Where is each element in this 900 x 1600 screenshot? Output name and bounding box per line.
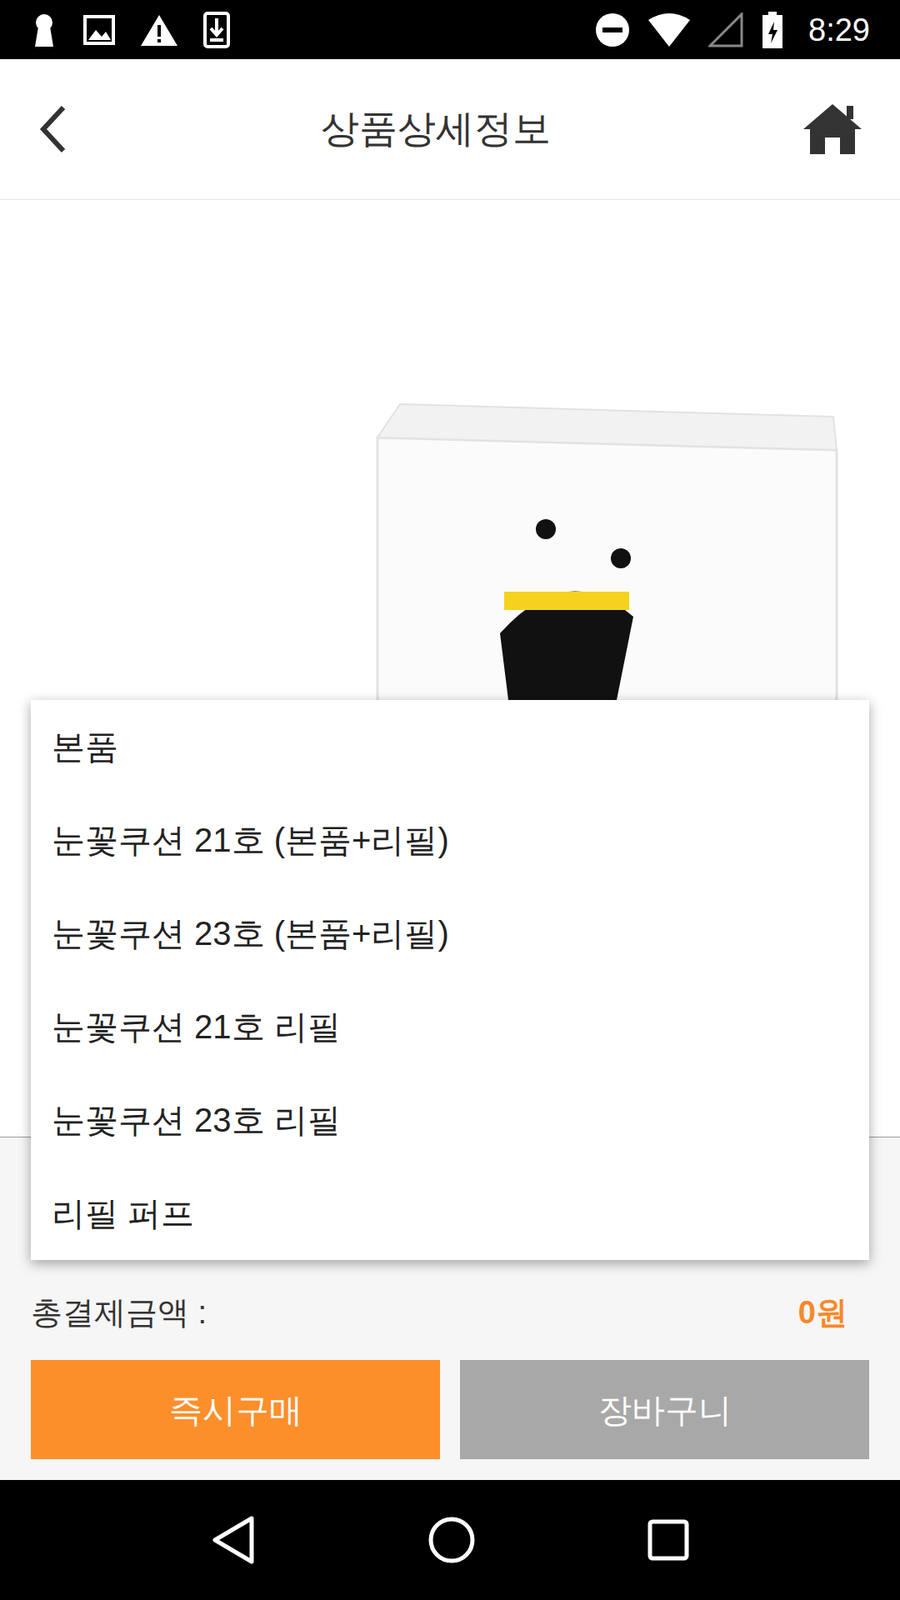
dropdown-item-label: 눈꽃쿠션 23호 리필 (51, 1099, 341, 1141)
back-icon[interactable] (210, 1515, 257, 1565)
dropdown-item[interactable]: 눈꽃쿠션 21호 리필 (30, 980, 870, 1074)
dropdown-item[interactable]: 눈꽃쿠션 21호 (본품+리필) (30, 793, 870, 887)
do-not-disturb-icon (595, 12, 630, 48)
home-circle-icon[interactable] (427, 1515, 476, 1565)
page-title: 상품상세정보 (307, 105, 565, 154)
navigation-bar (0, 1480, 900, 1600)
dropdown-item-label: 리필 퍼프 (51, 1192, 195, 1235)
keyhole-icon (30, 13, 59, 47)
system-icons: 8:29 (595, 11, 870, 49)
app-bar: 상품상세정보 (0, 59, 900, 200)
total-label: 총결제금액 : (30, 1289, 207, 1337)
total-amount: 0원 (798, 1289, 870, 1337)
option-dropdown: 본품눈꽃쿠션 21호 (본품+리필) 눈꽃쿠션 23호 (본품+리필) 눈꽃쿠션 2… (30, 700, 870, 1260)
cart-button[interactable]: 장바구니 (460, 1360, 870, 1460)
dropdown-item[interactable]: 눈꽃쿠션 23호 (본품+리필) (30, 886, 870, 980)
dropdown-item-label: 눈꽃쿠션 21호 (본품+리필) (51, 819, 450, 861)
recents-icon[interactable] (646, 1518, 690, 1562)
buy-now-button[interactable]: 즉시구매 (30, 1360, 440, 1460)
dropdown-item-label: 눈꽃쿠션 21호 리필 (51, 1005, 341, 1048)
dropdown-item[interactable]: 리필 퍼프 (30, 1166, 870, 1260)
button-label: 즉시구매 (169, 1385, 303, 1435)
dropdown-item[interactable]: 본품 (30, 700, 870, 794)
total-row: 총결제금액 : 0원 (30, 1275, 870, 1350)
home-icon[interactable] (801, 102, 864, 156)
notification-icons (30, 11, 230, 49)
action-buttons: 즉시구매 장바구니 (30, 1360, 870, 1460)
signal-icon (708, 12, 744, 48)
back-arrow-icon[interactable] (36, 104, 70, 155)
image-icon (83, 15, 115, 45)
battery-icon (761, 11, 784, 49)
screen: 8:29 상품상세정보 총결제금액 : 0원 즉시구매 장바구니 (0, 0, 900, 1600)
dropdown-item[interactable]: 눈꽃쿠션 23호 리필 (30, 1073, 870, 1167)
download-icon (203, 11, 230, 49)
dropdown-item-label: 눈꽃쿠션 23호 (본품+리필) (51, 912, 450, 955)
wifi-icon (648, 13, 690, 47)
warning-icon (140, 13, 179, 47)
dropdown-item-label: 본품 (51, 725, 119, 768)
clock: 8:29 (808, 14, 870, 46)
status-bar: 8:29 (0, 0, 900, 60)
button-label: 장바구니 (598, 1385, 732, 1435)
